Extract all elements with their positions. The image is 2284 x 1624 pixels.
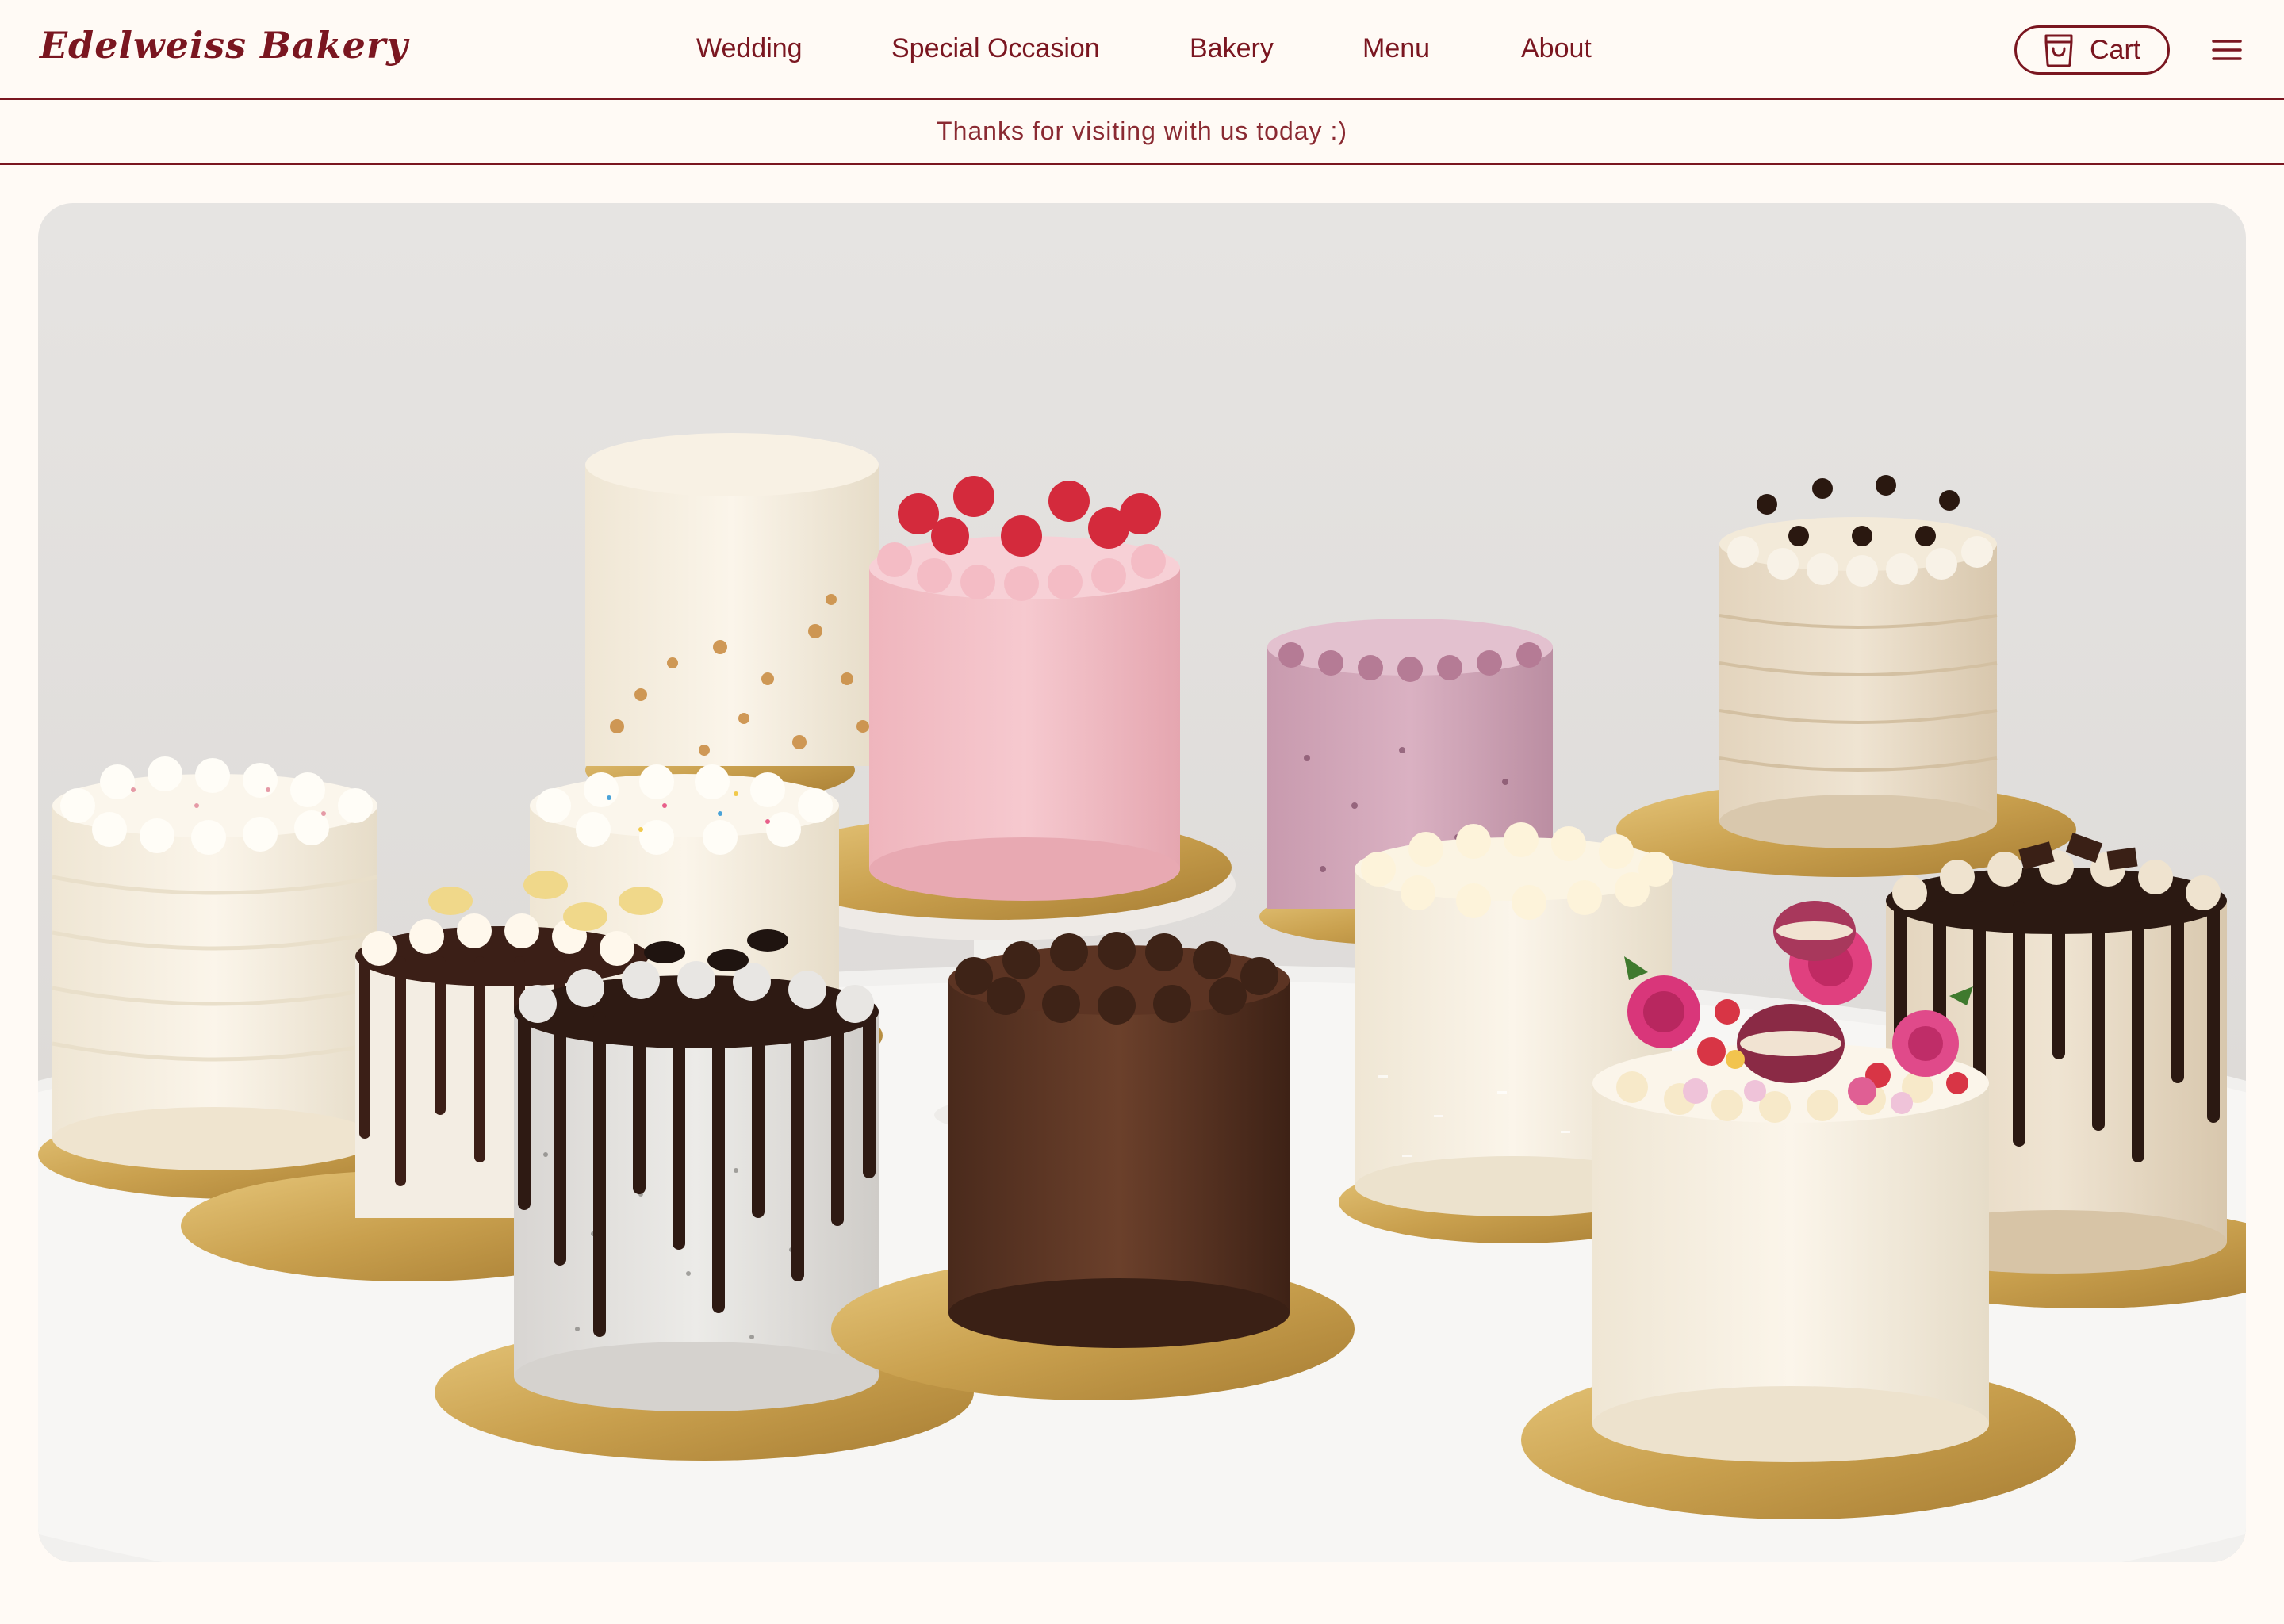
nav-about[interactable]: About [1521, 33, 1592, 64]
announcement-bar: Thanks for visiting with us today :) [0, 100, 2284, 165]
announcement-text: Thanks for visiting with us today :) [937, 117, 1347, 145]
site-header: Edelweiss Bakery Wedding Special Occasio… [0, 0, 2284, 100]
logo[interactable]: Edelweiss Bakery [40, 24, 408, 67]
nav-menu[interactable]: Menu [1362, 33, 1430, 64]
nav-bakery[interactable]: Bakery [1190, 33, 1274, 64]
cart-label: Cart [2090, 34, 2141, 65]
nav-wedding[interactable]: Wedding [696, 33, 803, 64]
hero-image [38, 203, 2246, 1562]
shopping-bag-icon [2042, 33, 2075, 67]
cakes-photo [38, 203, 2246, 1562]
nav-special-occasion[interactable]: Special Occasion [891, 33, 1100, 64]
hamburger-menu-icon[interactable] [2211, 36, 2243, 63]
cart-button[interactable]: Cart [2014, 25, 2170, 75]
